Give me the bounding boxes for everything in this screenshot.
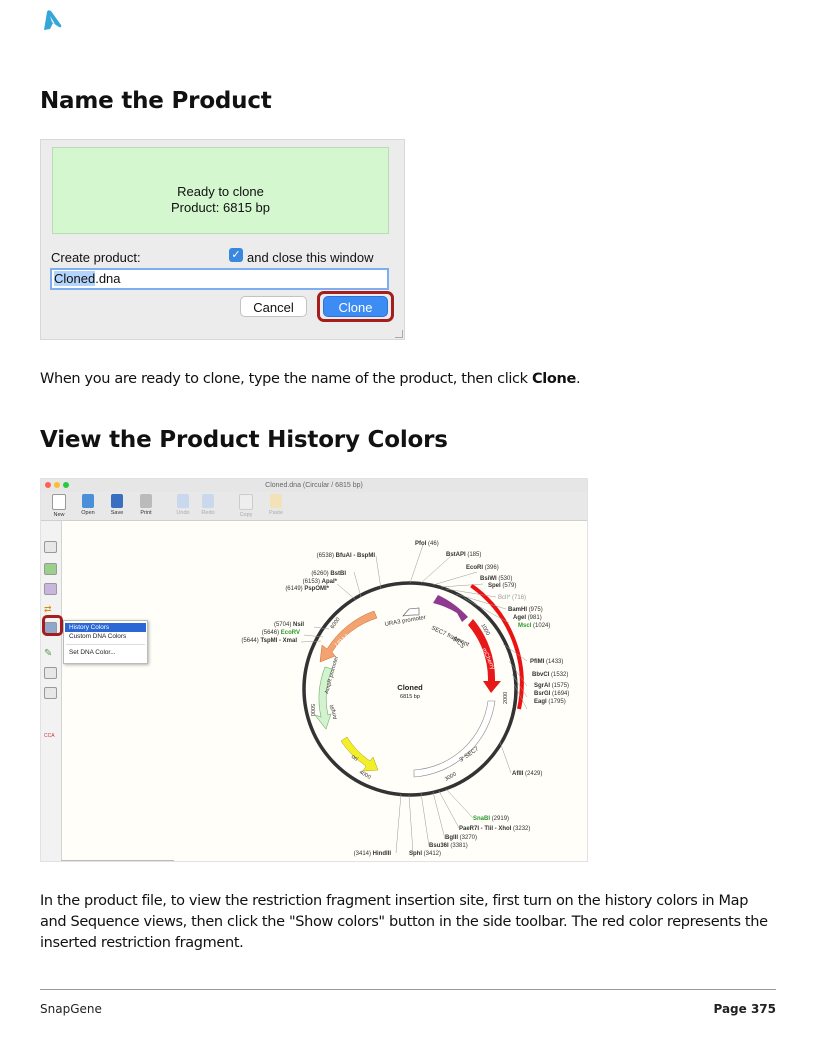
status-ready-text: Ready to clone [177,184,264,199]
history-colors-instruction: In the product file, to view the restric… [40,893,768,951]
site-agei: AgeI (981) [513,615,542,621]
footer-product-name: SnapGene [40,1002,102,1016]
status-panel: Ready to clone Product: 6815 bp [52,147,389,234]
site-bstapi: BstAPI (185) [446,552,481,558]
site-hindiii: (3414) HindIII [354,851,392,857]
site-bfuai: (6538) BfuAI - BspMI [317,553,376,559]
close-window-checkbox-label[interactable]: and close this window [247,250,373,265]
page-number: Page 375 [713,1002,776,1016]
site-sgrai: SgrAI (1575) [534,683,569,689]
section-title-history-colors: View the Product History Colors [40,427,448,453]
snapgene-logo-icon [44,10,62,30]
cancel-button[interactable]: Cancel [240,296,307,317]
label-ampr: AmpR [329,704,339,720]
map-size: 6815 bp [400,694,420,700]
site-ecori: EcoRI (396) [466,565,499,571]
name-extension-text: .dna [95,271,121,286]
site-bstbi: (6260) BstBI [311,571,346,577]
site-bsrgi: BsrGI (1694) [534,691,569,697]
footer-rule [40,989,776,990]
section-title-name-product: Name the Product [40,88,272,114]
plasmid-map: URA3 promoter URA3 SEC7 fragment MCS mCh… [241,541,569,857]
site-snabi: SnaBI (2919) [473,816,509,822]
clone-dialog-screenshot: Ready to clone Product: 6815 bp Create p… [40,139,405,340]
feature-ori [340,736,379,772]
panel-divider [61,860,174,861]
snapgene-window-screenshot: Cloned.dna (Circular / 6815 bp) New Open… [40,478,588,862]
site-bcli: BclI* (716) [498,595,526,601]
tick-3000: 3000 [444,771,458,782]
site-bsiwi: BsiWI (530) [480,576,512,582]
site-bbvci: BbvCI (1532) [532,672,568,678]
clone-button[interactable]: Clone [323,296,388,317]
status-product-text: Product: 6815 bp [170,200,271,215]
site-pfoi: PfoI (46) [415,541,439,547]
inserted-fragment-arc [470,583,524,710]
site-pflmi: PflMI (1433) [530,659,563,665]
site-pspomi: (6149) PspOMI* [285,586,329,592]
site-apai: (6153) ApaI* [303,579,338,585]
create-product-label: Create product: [51,250,141,265]
site-sphi: SphI (3412) [409,851,441,857]
site-spei: SpeI (579) [488,583,516,589]
site-tspmi: (5644) TspMI - XmaI [241,638,297,644]
site-aflii: AflII (2429) [512,771,542,777]
label-ura3-promoter: URA3 promoter [384,615,426,628]
tick-4000: 4000 [358,770,372,781]
site-eagi: EagI (1795) [534,699,566,705]
tick-2000: 2000 [503,692,509,704]
site-bsu36i: Bsu36I (3381) [429,843,468,849]
site-paer7i: PaeR7I - TliI - XhoI (3232) [459,826,530,832]
product-name-input[interactable]: Cloned.dna [50,268,389,290]
map-name: Cloned [397,683,423,692]
site-msci: MscI (1024) [518,623,550,629]
close-window-checkbox[interactable]: ✓ [229,248,243,262]
site-bglii: BglII (3270) [445,835,477,841]
label-mcs: MCS [452,636,466,650]
clone-instruction: When you are ready to clone, type the na… [40,371,581,387]
site-bamhi: BamHI (975) [508,607,543,613]
resize-grip-icon[interactable] [395,330,403,338]
selected-name-text: Cloned [54,271,96,286]
tick-5000: 5000 [309,704,315,716]
site-nsii: (5704) NsiI [274,622,304,628]
site-eco: (5646) EcoRV [262,630,300,636]
feature-ura3-promoter [402,607,420,617]
